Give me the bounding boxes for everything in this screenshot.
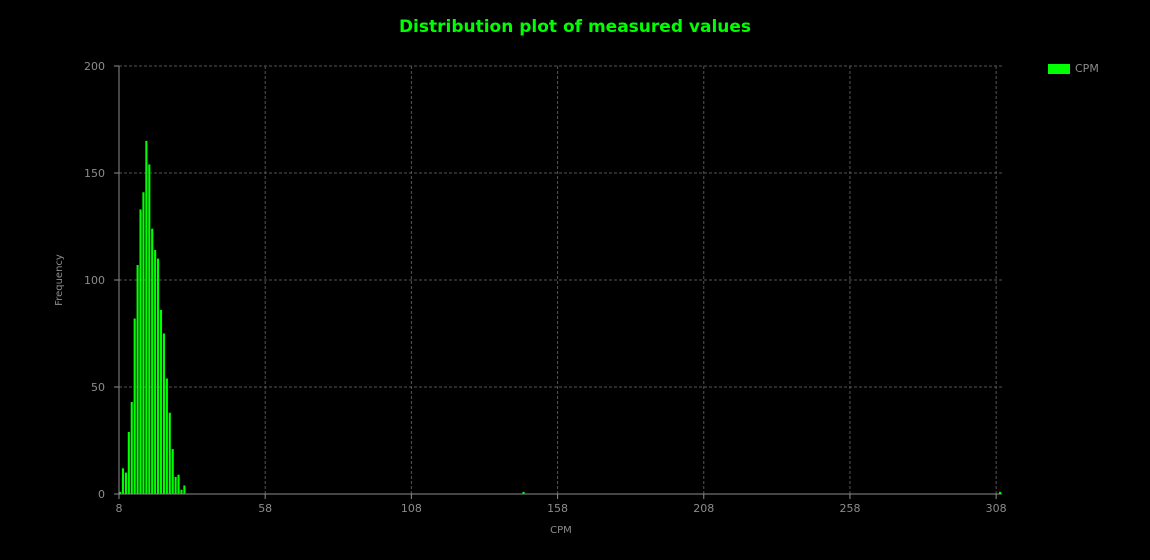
x-tick-label: 8 xyxy=(116,502,123,515)
histogram-bar xyxy=(159,309,163,494)
chart-container: Distribution plot of measured values CPM… xyxy=(0,0,1150,560)
bars xyxy=(119,140,1002,494)
histogram-bar xyxy=(142,192,145,494)
histogram-bar xyxy=(151,228,154,494)
x-tick-label: 158 xyxy=(547,502,568,515)
x-axis-label: CPM xyxy=(550,525,572,536)
tick-labels: 0 50 100 150 200 8 58 108 158 208 258 308 xyxy=(84,60,1007,515)
histogram-bar xyxy=(168,412,171,494)
x-tick-label: 208 xyxy=(693,502,714,515)
histogram-bar xyxy=(148,164,151,494)
histogram-bar xyxy=(121,468,125,494)
histogram-bar xyxy=(177,474,180,494)
histogram-bar xyxy=(174,476,177,494)
histogram-bar xyxy=(157,258,160,494)
x-tick-label: 258 xyxy=(839,502,860,515)
histogram-bar xyxy=(139,209,142,494)
x-tick-label: 108 xyxy=(401,502,422,515)
histogram-bar xyxy=(171,449,174,494)
x-tick-label: 58 xyxy=(258,502,272,515)
histogram-bar xyxy=(165,378,168,494)
y-tick-label: 100 xyxy=(84,274,105,287)
histogram-bar xyxy=(127,431,130,494)
histogram-bar xyxy=(183,485,186,494)
y-axis-label: Frequency xyxy=(54,254,65,306)
histogram-bar xyxy=(180,489,183,494)
histogram-bar xyxy=(154,250,157,494)
y-tick-label: 200 xyxy=(84,60,105,73)
histogram-bar xyxy=(136,265,139,494)
grid-lines xyxy=(119,65,1002,494)
y-tick-label: 150 xyxy=(84,167,105,180)
x-tick-label: 308 xyxy=(986,502,1007,515)
histogram-bar xyxy=(162,333,165,494)
histogram-bar xyxy=(133,318,136,494)
histogram-bar xyxy=(130,401,133,494)
histogram-plot: 0 50 100 150 200 8 58 108 158 208 258 308 CPM Frequ… xyxy=(54,60,1007,536)
histogram-bar xyxy=(124,472,127,494)
histogram-bar xyxy=(145,140,148,494)
y-tick-label: 0 xyxy=(98,488,105,501)
y-tick-label: 50 xyxy=(91,381,105,394)
